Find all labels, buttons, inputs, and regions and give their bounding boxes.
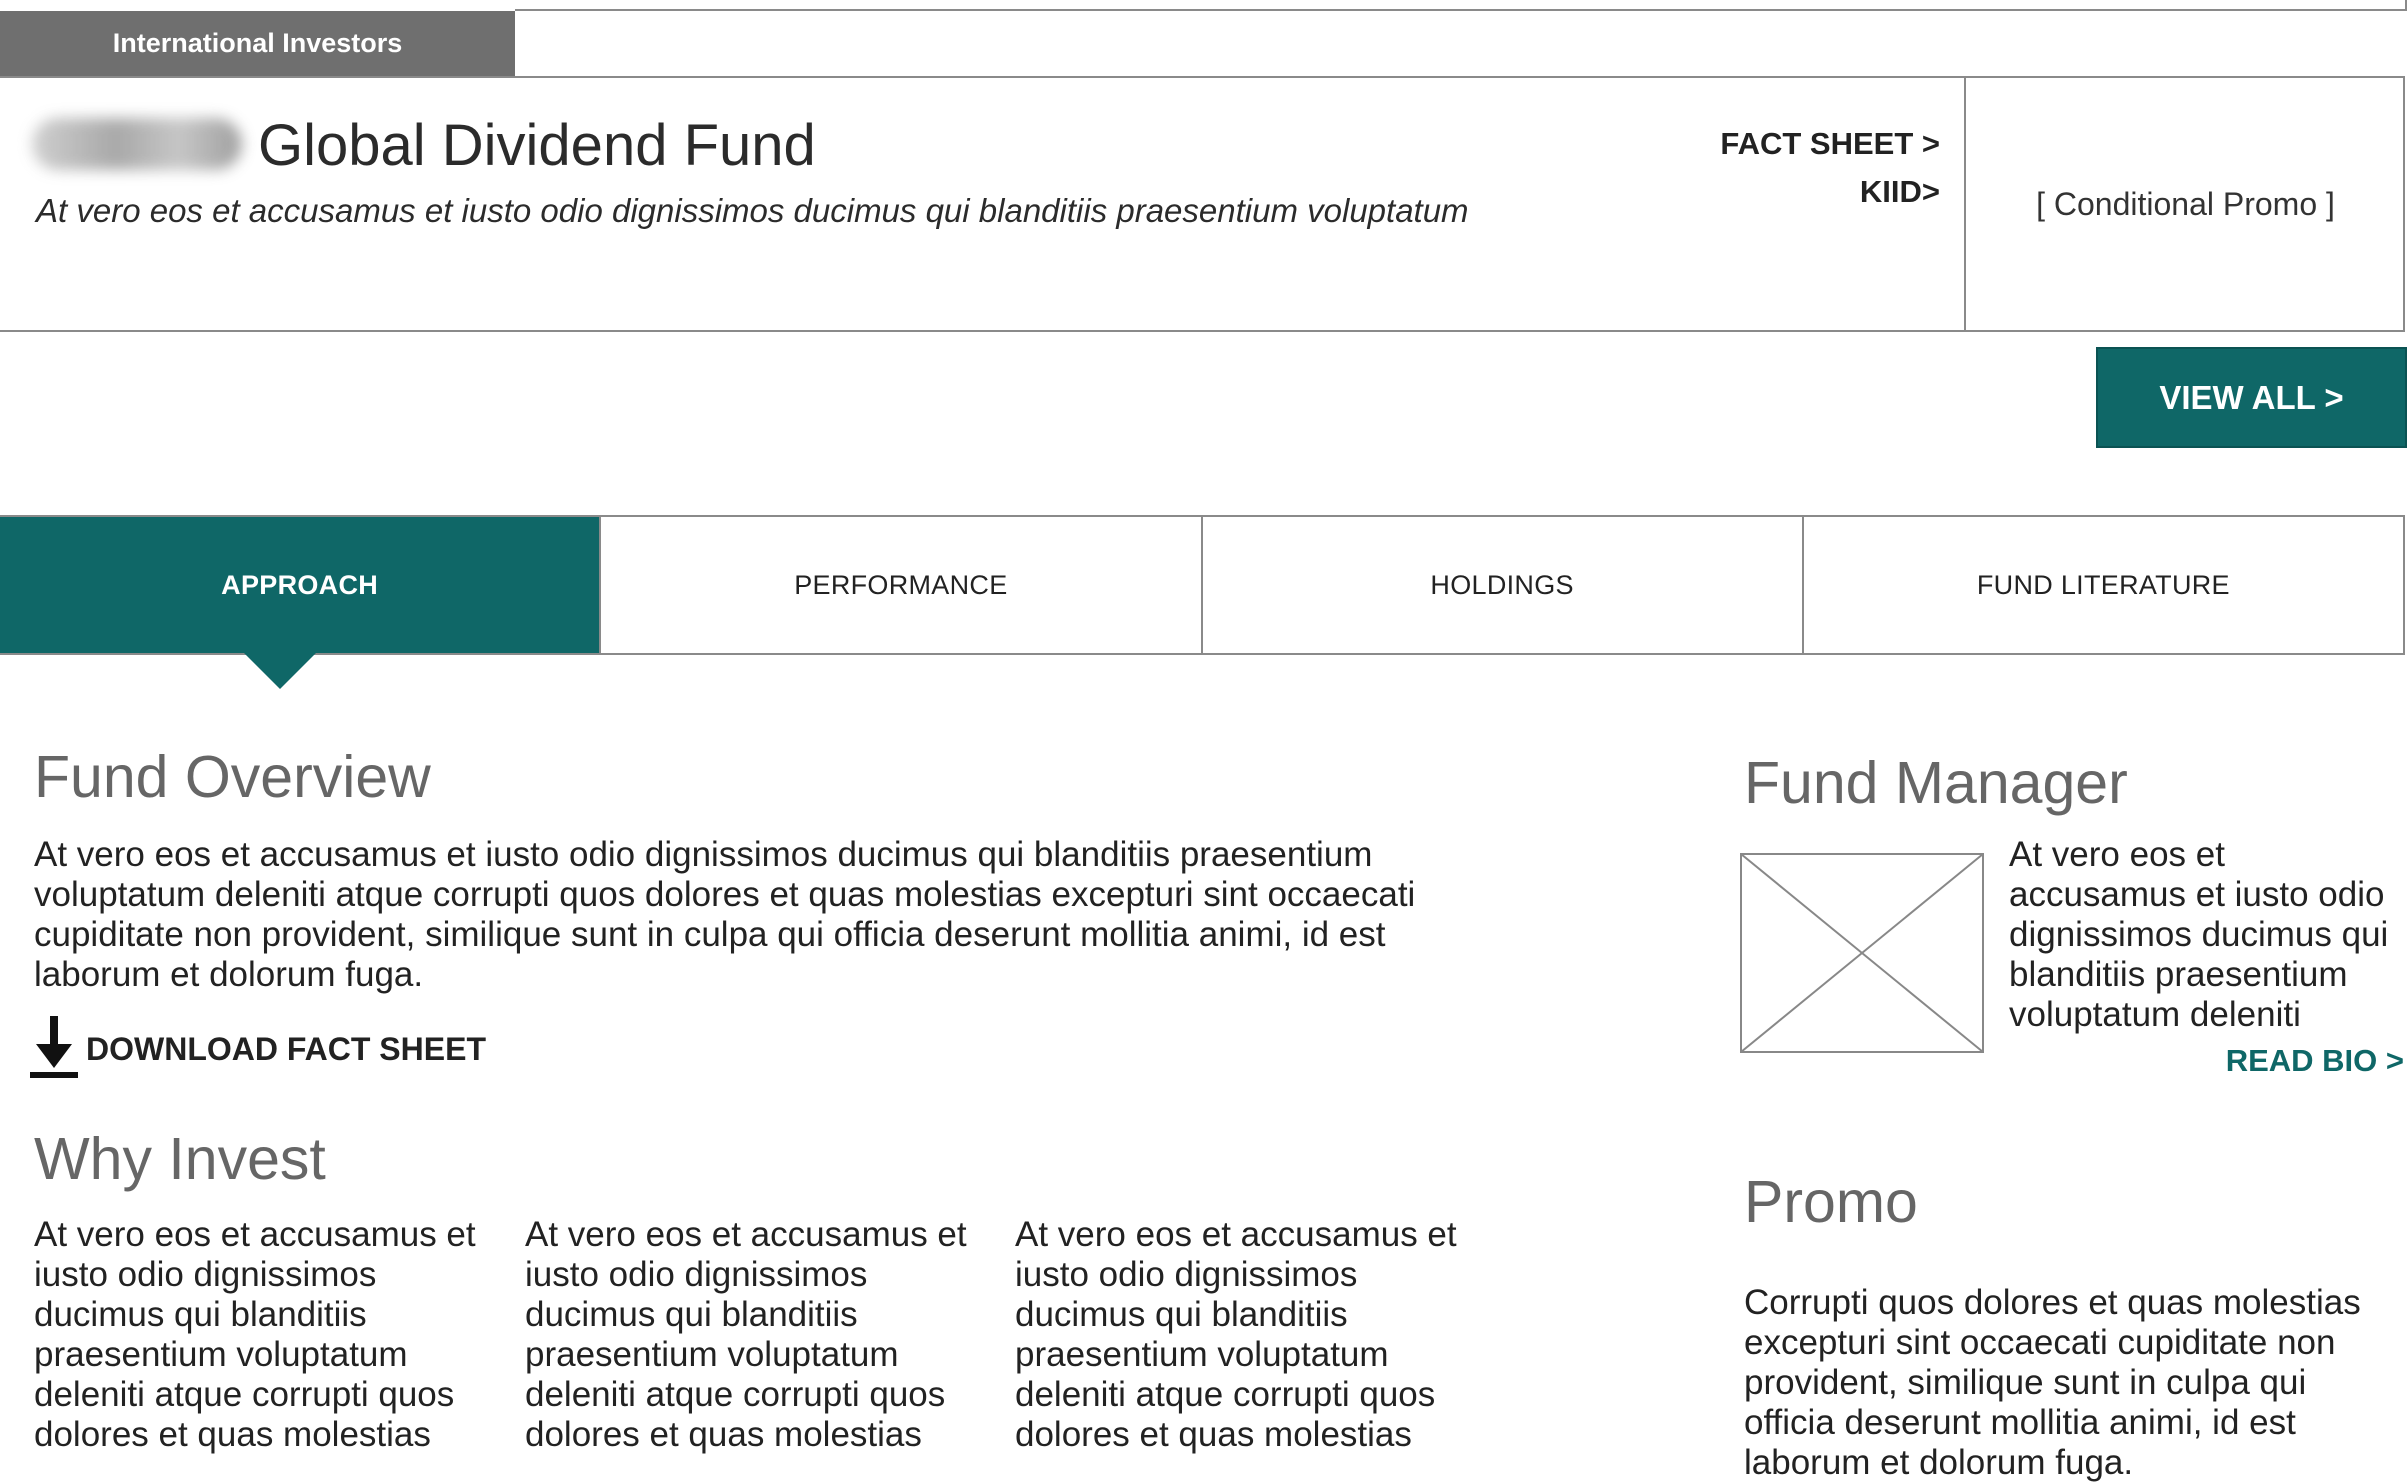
fund-manager-bio: At vero eos et accusamus et iusto odio d… xyxy=(2009,835,2389,1034)
why-invest-heading: Why Invest xyxy=(34,1126,326,1192)
promo-heading: Promo xyxy=(1744,1169,1918,1235)
region-tab-international-investors[interactable]: International Investors xyxy=(0,11,515,76)
fund-manager-heading: Fund Manager xyxy=(1744,750,2128,816)
conditional-promo: [ Conditional Promo ] xyxy=(2036,185,2335,222)
why-invest-column: At vero eos et accusamus et iusto odio d… xyxy=(34,1215,476,1454)
view-all-button[interactable]: VIEW ALL > xyxy=(2096,347,2407,448)
fact-sheet-link[interactable]: FACT SHEET > xyxy=(1720,126,1940,162)
fund-tabs: APPROACH PERFORMANCE HOLDINGS FUND LITER… xyxy=(0,515,2405,655)
tab-holdings[interactable]: HOLDINGS xyxy=(1200,517,1802,653)
download-icon xyxy=(30,1014,78,1085)
download-fact-sheet-button[interactable]: DOWNLOAD FACT SHEET xyxy=(30,1014,486,1085)
fund-title: Global Dividend Fund xyxy=(258,113,816,178)
fund-subtitle: At vero eos et accusamus et iusto odio d… xyxy=(36,192,1469,229)
fund-overview-text: At vero eos et accusamus et iusto odio d… xyxy=(34,835,1416,994)
download-fact-sheet-label: DOWNLOAD FACT SHEET xyxy=(86,1031,486,1067)
top-border xyxy=(515,0,2407,11)
active-tab-pointer xyxy=(244,653,316,689)
image-placeholder-icon xyxy=(1740,853,1984,1053)
fund-overview-heading: Fund Overview xyxy=(34,744,431,810)
promo-text: Corrupti quos dolores et quas molestias … xyxy=(1744,1283,2361,1482)
why-invest-column: At vero eos et accusamus et iusto odio d… xyxy=(525,1215,967,1454)
why-invest-column: At vero eos et accusamus et iusto odio d… xyxy=(1015,1215,1457,1454)
tab-fund-literature[interactable]: FUND LITERATURE xyxy=(1801,517,2403,653)
tab-performance[interactable]: PERFORMANCE xyxy=(599,517,1200,653)
read-bio-link[interactable]: READ BIO > xyxy=(2226,1043,2404,1079)
kiid-link[interactable]: KIID> xyxy=(1860,174,1940,210)
tab-approach[interactable]: APPROACH xyxy=(0,517,600,653)
fund-logo xyxy=(32,118,242,170)
